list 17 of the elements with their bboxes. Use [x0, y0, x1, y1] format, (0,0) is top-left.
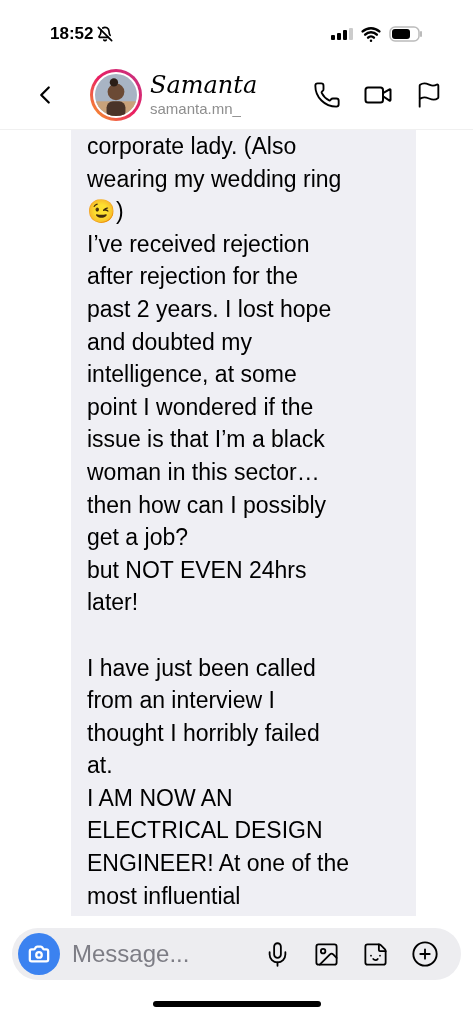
message-text: corporate lady. (Also wearing my wedding ring 😉) I’ve received rejection after rejection for the past 2 years. I lost hope and doubted my intelligence, at some point I wondered if the issue is that I’m a black woman in this sector… then how can I possibly get a job? but NOT EVEN 24hrs later! I have just been called from an interview I thought I horribly failed at. I AM NOW AN ELECTRICAL DESIGN ENGINEER! At one of the most influential: [87, 132, 351, 911]
add-icon[interactable]: [411, 940, 439, 968]
wifi-icon: [361, 24, 381, 44]
bell-off-icon: [97, 26, 114, 42]
contact-name: Samanta: [150, 73, 258, 97]
image-icon[interactable]: [313, 940, 340, 968]
camera-button[interactable]: [18, 933, 60, 975]
phone-icon[interactable]: [313, 80, 341, 109]
sticker-icon[interactable]: [362, 940, 389, 968]
camera-icon: [28, 943, 50, 965]
signal-icon: [331, 28, 353, 40]
status-time: 18:52: [50, 23, 94, 46]
battery-icon: [389, 26, 423, 42]
contact-username: samanta.mn_: [150, 101, 242, 116]
message-field[interactable]: Message...: [72, 936, 232, 972]
avatar[interactable]: [90, 68, 142, 121]
message-composer[interactable]: Message...: [12, 928, 461, 980]
